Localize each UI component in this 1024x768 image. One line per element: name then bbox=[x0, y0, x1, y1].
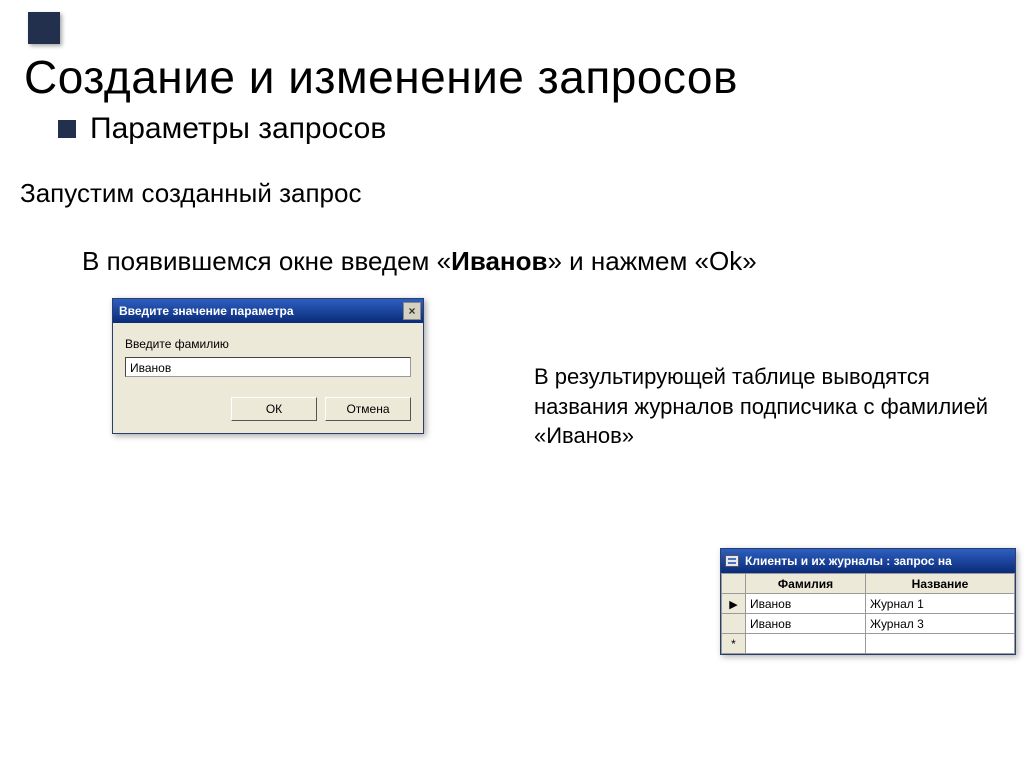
result-window: Клиенты и их журналы : запрос на Фамилия… bbox=[720, 548, 1016, 655]
table-new-row[interactable]: * bbox=[722, 634, 1015, 654]
table-header-row: Фамилия Название bbox=[722, 574, 1015, 594]
close-icon: × bbox=[408, 305, 415, 317]
cell-surname[interactable]: Иванов bbox=[746, 594, 866, 614]
dialog-buttons: ОК Отмена bbox=[125, 397, 411, 421]
cell-title[interactable]: Журнал 1 bbox=[866, 594, 1015, 614]
column-header-title[interactable]: Название bbox=[866, 574, 1015, 594]
ok-button[interactable]: ОК bbox=[231, 397, 317, 421]
close-button[interactable]: × bbox=[403, 302, 421, 320]
cancel-button[interactable]: Отмена bbox=[325, 397, 411, 421]
body-line-2: В появившемся окне введем «Иванов» и наж… bbox=[82, 246, 757, 277]
dialog-titlebar[interactable]: Введите значение параметра × bbox=[113, 299, 423, 323]
dialog-title: Введите значение параметра bbox=[119, 304, 294, 318]
subtitle-text: Параметры запросов bbox=[90, 112, 386, 146]
body-line-2-post: » и нажмем «Ok» bbox=[547, 246, 756, 276]
cell-surname-empty[interactable] bbox=[746, 634, 866, 654]
dialog-body: Введите фамилию Иванов ОК Отмена bbox=[113, 323, 423, 433]
body-line-2-pre: В появившемся окне введем « bbox=[82, 246, 451, 276]
explanation-paragraph: В результирующей таблице выводятся назва… bbox=[534, 362, 1004, 451]
column-header-surname[interactable]: Фамилия bbox=[746, 574, 866, 594]
current-row-icon: ▶ bbox=[729, 599, 737, 611]
bullet-square-icon bbox=[58, 120, 76, 138]
row-selector-header bbox=[722, 574, 746, 594]
datasheet-icon bbox=[725, 555, 739, 567]
result-grid: Фамилия Название ▶ Иванов Журнал 1 Ивано… bbox=[721, 573, 1015, 654]
cell-title-empty[interactable] bbox=[866, 634, 1015, 654]
subtitle-row: Параметры запросов bbox=[58, 112, 386, 146]
cell-title[interactable]: Журнал 3 bbox=[866, 614, 1015, 634]
table-row[interactable]: Иванов Журнал 3 bbox=[722, 614, 1015, 634]
dialog-label: Введите фамилию bbox=[125, 337, 411, 351]
row-selector[interactable]: ▶ bbox=[722, 594, 746, 614]
parameter-dialog: Введите значение параметра × Введите фам… bbox=[112, 298, 424, 434]
decorative-corner-square bbox=[28, 12, 60, 44]
row-selector[interactable] bbox=[722, 614, 746, 634]
body-line-2-bold: Иванов bbox=[451, 246, 547, 276]
body-line-1: Запустим созданный запрос bbox=[20, 178, 361, 209]
new-row-icon: * bbox=[731, 637, 736, 651]
table-row[interactable]: ▶ Иванов Журнал 1 bbox=[722, 594, 1015, 614]
result-title: Клиенты и их журналы : запрос на bbox=[745, 554, 952, 568]
slide-title: Создание и изменение запросов bbox=[24, 50, 738, 104]
cell-surname[interactable]: Иванов bbox=[746, 614, 866, 634]
result-table: Фамилия Название ▶ Иванов Журнал 1 Ивано… bbox=[721, 573, 1015, 654]
surname-input[interactable]: Иванов bbox=[125, 357, 411, 377]
result-titlebar[interactable]: Клиенты и их журналы : запрос на bbox=[721, 549, 1015, 573]
row-selector[interactable]: * bbox=[722, 634, 746, 654]
